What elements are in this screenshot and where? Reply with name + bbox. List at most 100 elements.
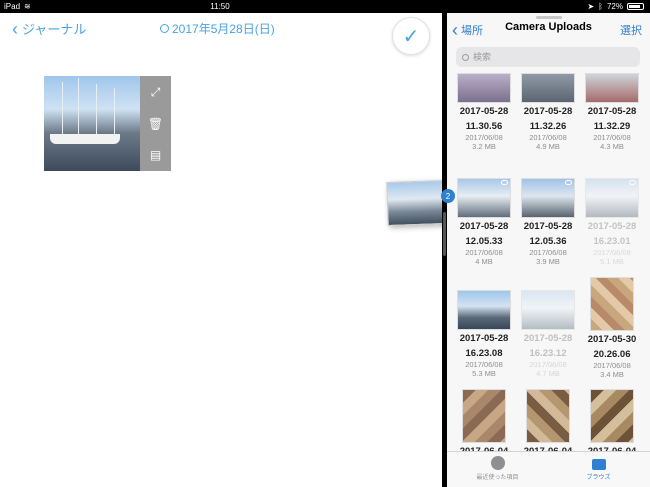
- file-date: 2017/06/08: [593, 361, 631, 370]
- search-icon: [462, 53, 469, 61]
- file-name: 2017-05-28: [587, 221, 637, 232]
- files-back-button[interactable]: ‹ 場所: [452, 20, 483, 40]
- files-pane: Camera Uploads ‹ 場所 選択 2017-05-28 11.30.…: [447, 13, 650, 487]
- file-time: 20.26.06: [593, 349, 631, 360]
- journal-back-label: ジャーナル: [22, 22, 87, 37]
- file-date: 2017/06/08: [593, 133, 631, 142]
- file-thumbnail: [521, 178, 575, 218]
- location-icon: ➤: [587, 2, 595, 11]
- file-date: 2017/06/08: [529, 248, 567, 257]
- screen: iPad ≋ 11:50 ➤ ᛒ 72% ‹ ジャーナル 2017年5月28日(…: [0, 0, 650, 487]
- bluetooth-icon: ᛒ: [598, 2, 603, 11]
- file-name: 2017-05-28: [523, 221, 573, 232]
- file-time: 11.32.29: [593, 121, 631, 132]
- tab-browse-label: ブラウズ: [586, 475, 611, 481]
- battery-percent: 72%: [606, 2, 623, 11]
- file-time: 16.23.12: [529, 348, 567, 359]
- photo-tools: ⤢ 🗑 ▤: [140, 76, 171, 171]
- drag-count-badge: 2: [441, 189, 455, 203]
- search-bar[interactable]: [456, 47, 640, 67]
- search-input[interactable]: [473, 52, 623, 62]
- file-size: 3.4 MB: [600, 370, 624, 379]
- file-thumbnail: [462, 389, 506, 443]
- file-name: 2017-05-28: [587, 106, 637, 117]
- files-nav-bar: Camera Uploads ‹ 場所 選択: [447, 21, 650, 41]
- file-name: 2017-05-28: [459, 106, 509, 117]
- file-name: 2017-05-30: [587, 334, 637, 345]
- file-time: 12.05.33: [465, 236, 503, 247]
- journal-back-button[interactable]: ‹ ジャーナル: [12, 19, 86, 38]
- file-thumbnail: [521, 73, 575, 103]
- chevron-left-icon: ‹: [452, 20, 458, 40]
- file-item[interactable]: 2017-05-28 11.32.29 2017/06/08 4.3 MB: [580, 73, 644, 151]
- journal-date[interactable]: 2017年5月28日(日): [160, 20, 275, 37]
- file-date: 2017/06/08: [465, 248, 503, 257]
- checkmark-icon: ✓: [402, 25, 420, 48]
- file-size: 4.7 MB: [536, 369, 560, 378]
- file-item[interactable]: 2017-06-04: [580, 389, 644, 458]
- journal-pane: ‹ ジャーナル 2017年5月28日(日) ✓ ⤢ 🗑 ▤: [0, 13, 442, 487]
- trash-icon[interactable]: 🗑: [148, 117, 163, 131]
- file-item[interactable]: 2017-06-04: [516, 389, 580, 458]
- file-thumbnail: [457, 178, 511, 218]
- file-thumbnail: [590, 389, 634, 443]
- file-item[interactable]: 2017-05-28 11.32.26 2017/06/08 4.9 MB: [516, 73, 580, 151]
- tab-recents-label: 最近使った項目: [476, 475, 519, 481]
- file-date: 2017/06/08: [529, 133, 567, 142]
- file-time: 16.23.01: [593, 236, 631, 247]
- tab-recents[interactable]: 最近使った項目: [447, 456, 548, 481]
- file-item[interactable]: 2017-06-04: [452, 389, 516, 458]
- file-thumbnail: [521, 290, 575, 330]
- file-size: 5.3 MB: [472, 369, 496, 378]
- chevron-left-icon: ‹: [12, 18, 18, 39]
- file-item[interactable]: 2017-05-28 11.30.56 2017/06/08 3.2 MB: [452, 73, 516, 151]
- file-time: 12.05.36: [529, 236, 567, 247]
- file-date: 2017/06/08: [465, 360, 503, 369]
- file-size: 3.2 MB: [472, 142, 496, 151]
- dragged-photo[interactable]: [386, 180, 446, 226]
- file-item[interactable]: 2017-05-28 12.05.36 2017/06/08 3.9 MB: [516, 178, 580, 266]
- file-size: 5.1 MB: [600, 257, 624, 266]
- file-time: 11.32.26: [529, 121, 567, 132]
- file-size: 4.9 MB: [536, 142, 560, 151]
- file-thumbnail: [585, 178, 639, 218]
- file-name: 2017-05-28: [459, 221, 509, 232]
- journal-date-label: 2017年5月28日(日): [172, 22, 275, 36]
- split-view-handle[interactable]: [443, 212, 446, 256]
- file-time: 11.30.56: [465, 121, 503, 132]
- file-thumbnail: [590, 277, 634, 331]
- files-back-label: 場所: [461, 25, 483, 37]
- file-thumbnail: [457, 290, 511, 330]
- file-item[interactable]: 2017-05-28 16.23.01 2017/06/08 5.1 MB: [580, 178, 644, 266]
- file-date: 2017/06/08: [465, 133, 503, 142]
- done-button[interactable]: ✓: [392, 17, 430, 55]
- journal-photo-card[interactable]: ⤢ 🗑 ▤: [44, 76, 171, 171]
- tab-browse[interactable]: ブラウズ: [548, 456, 649, 481]
- select-button[interactable]: 選択: [620, 22, 642, 38]
- folder-icon: [591, 459, 606, 470]
- file-item[interactable]: 2017-05-28 16.23.08 2017/06/08 5.3 MB: [452, 290, 516, 378]
- file-size: 4.3 MB: [600, 142, 624, 151]
- status-bar: iPad ≋ 11:50 ➤ ᛒ 72%: [0, 0, 650, 13]
- file-time: 16.23.08: [465, 348, 503, 359]
- file-thumbnail: [457, 73, 511, 103]
- harbor-photo[interactable]: [44, 76, 140, 171]
- file-date: 2017/06/08: [529, 360, 567, 369]
- comment-icon[interactable]: ▤: [150, 148, 161, 162]
- file-name: 2017-05-28: [523, 106, 573, 117]
- file-name: 2017-05-28: [523, 333, 573, 344]
- cloud-icon: [629, 180, 636, 185]
- file-size: 3.9 MB: [536, 257, 560, 266]
- cloud-icon: [565, 180, 572, 185]
- file-item[interactable]: 2017-05-30 20.26.06 2017/06/08 3.4 MB: [580, 277, 644, 379]
- file-name: 2017-05-28: [459, 333, 509, 344]
- pane-grabber[interactable]: [536, 16, 562, 19]
- clock-icon: [160, 24, 169, 33]
- expand-icon[interactable]: ⤢: [151, 85, 161, 100]
- file-size: 4 MB: [475, 257, 493, 266]
- file-item[interactable]: 2017-05-28 12.05.33 2017/06/08 4 MB: [452, 178, 516, 266]
- clock-icon: [490, 456, 505, 470]
- file-item[interactable]: 2017-05-28 16.23.12 2017/06/08 4.7 MB: [516, 290, 580, 378]
- file-date: 2017/06/08: [593, 248, 631, 257]
- file-thumbnail: [585, 73, 639, 103]
